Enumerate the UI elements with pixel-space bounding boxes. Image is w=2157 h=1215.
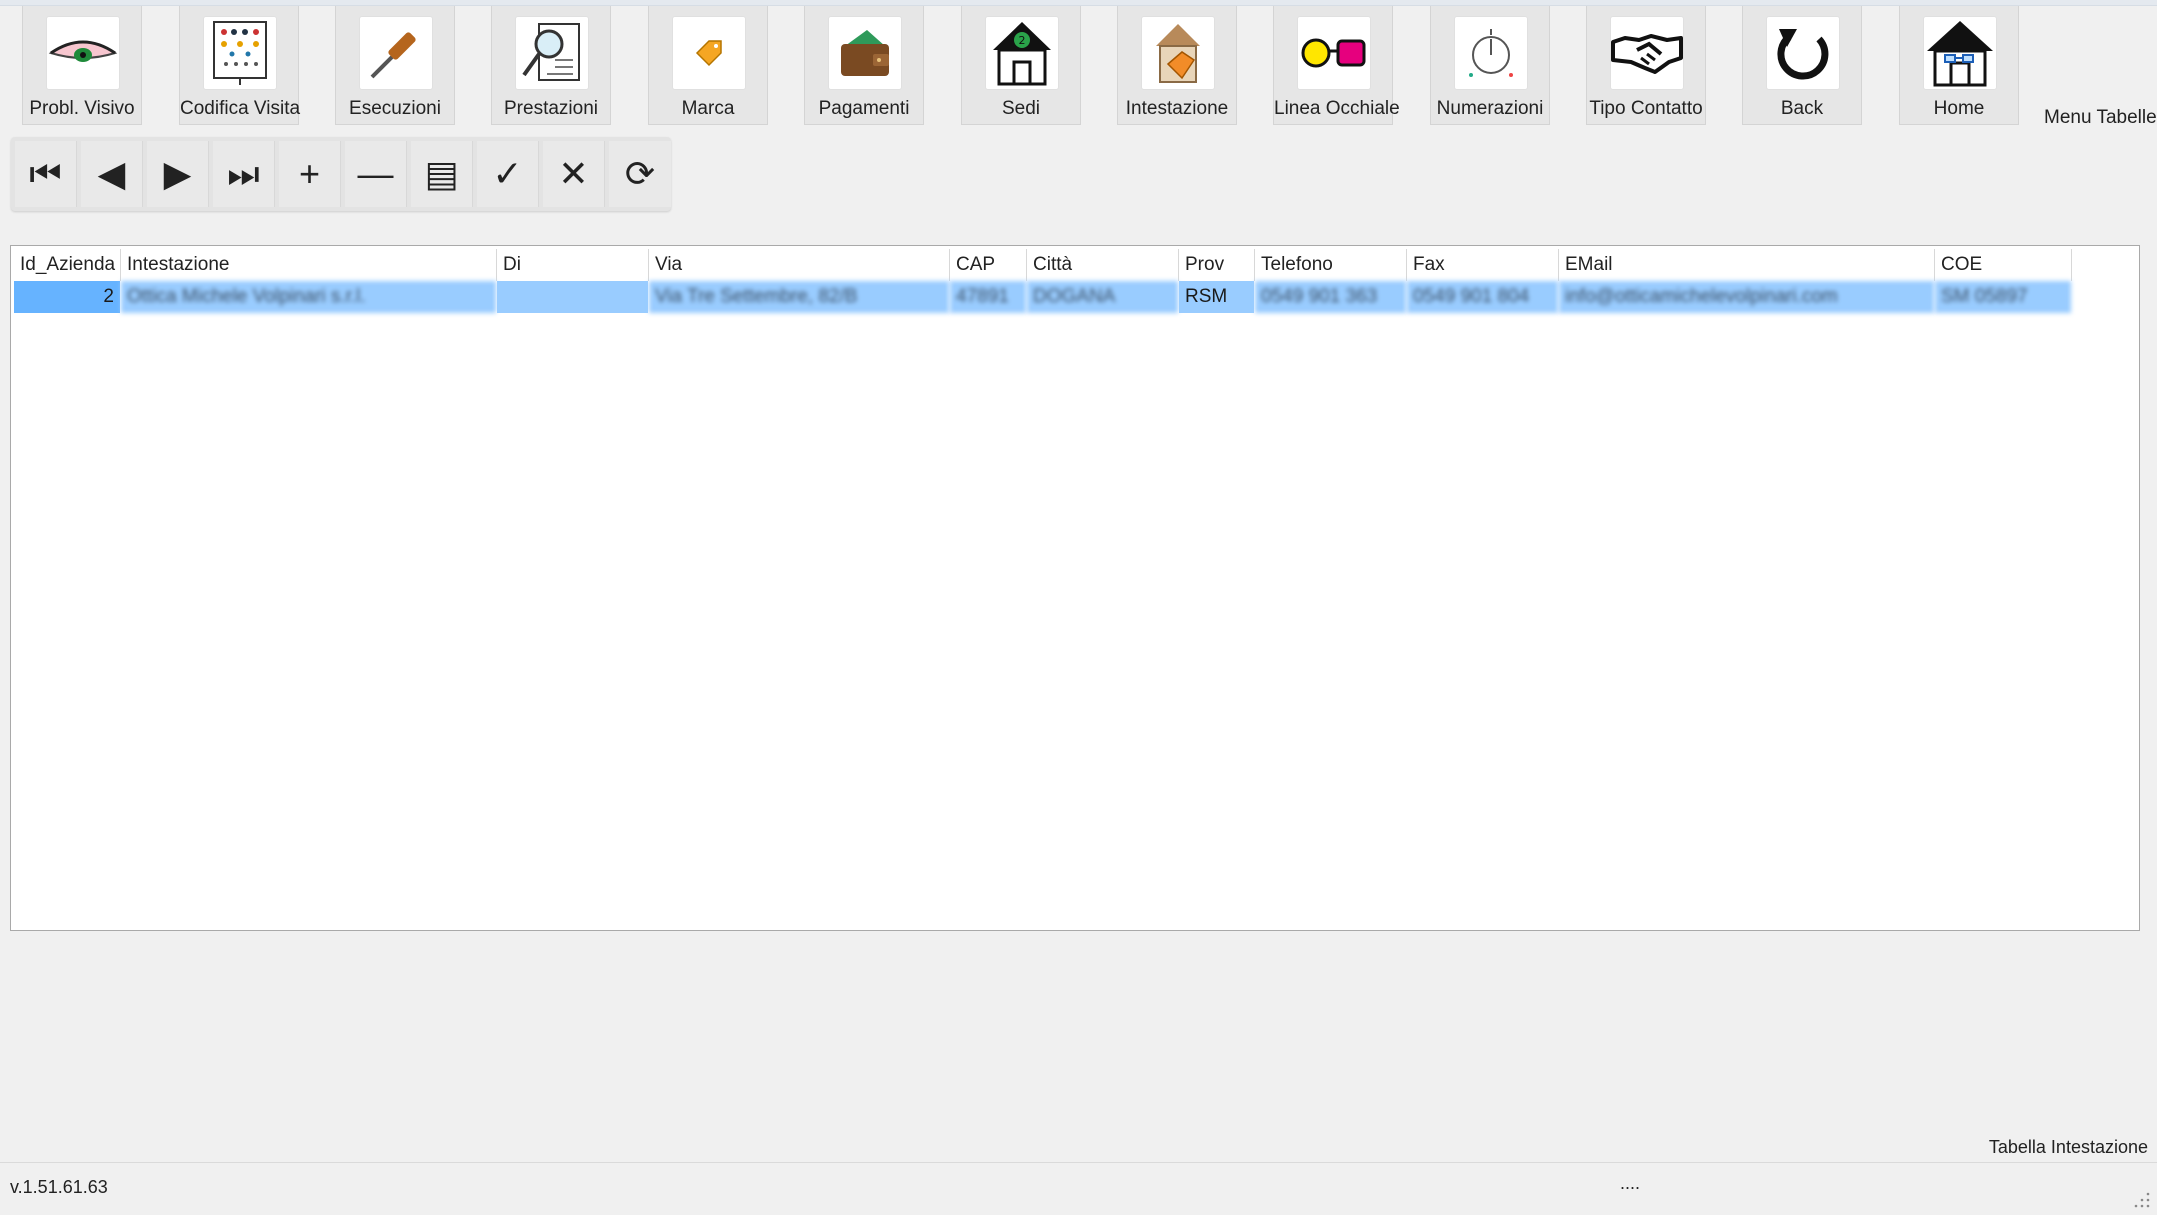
home-icon <box>1923 16 1997 90</box>
first-record-icon: ⏮ <box>29 152 62 194</box>
tile-sedi[interactable]: 2 Sedi <box>961 6 1081 125</box>
cell-cap[interactable]: 47891 <box>950 281 1027 313</box>
minus-icon: — <box>357 153 394 194</box>
status-bar: v.1.51.61.63 .... <box>0 1162 2157 1215</box>
cell-intestazione[interactable]: Ottica Michele Volpinari s.r.l. <box>121 281 497 313</box>
tile-prestazioni[interactable]: Prestazioni <box>491 6 611 125</box>
col-header-coe[interactable]: COE <box>1935 249 2072 281</box>
col-header-citta[interactable]: Città <box>1027 249 1179 281</box>
status-text: .... <box>1620 1173 1641 1193</box>
col-header-prov[interactable]: Prov <box>1179 249 1255 281</box>
cancel-button[interactable]: ✕ <box>543 141 605 207</box>
first-record-button[interactable]: ⏮ <box>15 141 77 207</box>
last-record-button[interactable]: ⏭ <box>213 141 275 207</box>
check-icon: ✓ <box>492 153 523 194</box>
add-record-button[interactable]: + <box>279 141 341 207</box>
table-name-label: Tabella Intestazione <box>1988 1137 2148 1157</box>
tile-label: Sedi <box>1001 98 1041 119</box>
tile-codifica-visita[interactable]: Codifica Visita <box>179 6 301 125</box>
tile-intestazione[interactable]: Intestazione <box>1117 6 1237 125</box>
next-record-icon: ▶ <box>163 153 192 194</box>
refresh-button[interactable]: ⟳ <box>609 141 671 207</box>
tile-linea-occhiale[interactable]: Linea Occhiale <box>1273 6 1400 125</box>
delete-record-button[interactable]: — <box>345 141 407 207</box>
edit-record-button[interactable]: ▤ <box>411 141 473 207</box>
cell-fax[interactable]: 0549 901 804 <box>1407 281 1559 313</box>
tile-back[interactable]: Back <box>1742 6 1862 125</box>
back-arrow-icon <box>1766 16 1840 90</box>
tile-label: Intestazione <box>1125 98 1229 119</box>
cell-email[interactable]: info@otticamichelevolpinari.com <box>1559 281 1935 313</box>
header-tag-icon <box>1141 16 1215 90</box>
tile-numerazioni[interactable]: Numerazioni <box>1430 6 1550 125</box>
version-label: v.1.51.61.63 <box>10 1177 108 1197</box>
tile-label: Linea Occhiale <box>1274 98 1400 119</box>
tile-tipo-contatto[interactable]: Tipo Contatto <box>1586 6 1706 125</box>
col-header-email[interactable]: EMail <box>1559 249 1935 281</box>
tile-label: Tipo Contatto <box>1589 98 1703 119</box>
refresh-icon: ⟳ <box>624 153 656 194</box>
tile-pagamenti[interactable]: Pagamenti <box>804 6 924 125</box>
edit-icon: ▤ <box>424 153 459 194</box>
magnifier-document-icon <box>515 16 589 90</box>
tile-home[interactable]: Home <box>1899 6 2019 125</box>
handshake-icon <box>1610 16 1684 90</box>
table-menu-ribbon: Probl. Visivo Codifica Visita Esecuzioni <box>22 6 2157 128</box>
tile-probl-visivo[interactable]: Probl. Visivo <box>22 6 142 125</box>
cell-prov[interactable]: RSM <box>1179 281 1255 313</box>
next-record-button[interactable]: ▶ <box>147 141 209 207</box>
cell-citta[interactable]: DOGANA <box>1027 281 1179 313</box>
tile-esecuzioni[interactable]: Esecuzioni <box>335 6 455 125</box>
cancel-icon: ✕ <box>558 153 589 194</box>
branch-house-icon: 2 <box>985 16 1059 90</box>
last-record-icon: ⏭ <box>227 152 260 194</box>
grid-header: Id_Azienda Intestazione Di Via CAP Città… <box>14 249 2139 281</box>
tile-label: Codifica Visita <box>180 98 301 119</box>
tile-label: Home <box>1933 98 1985 119</box>
previous-record-button[interactable]: ◀ <box>81 141 143 207</box>
confirm-button[interactable]: ✓ <box>477 141 539 207</box>
cell-via[interactable]: Via Tre Settembre, 82/B <box>649 281 950 313</box>
col-header-via[interactable]: Via <box>649 249 950 281</box>
resize-grip-icon[interactable] <box>2133 1191 2151 1209</box>
svg-text:2: 2 <box>1019 34 1026 47</box>
tile-label: Probl. Visivo <box>29 98 135 119</box>
tile-label: Esecuzioni <box>349 98 441 119</box>
screwdriver-icon <box>359 16 433 90</box>
previous-record-icon: ◀ <box>97 153 126 194</box>
tile-label: Prestazioni <box>504 98 598 119</box>
brand-tag-icon <box>672 16 746 90</box>
col-header-fax[interactable]: Fax <box>1407 249 1559 281</box>
wallet-icon <box>828 16 902 90</box>
menu-tabelle-label: Menu Tabelle <box>2044 107 2157 128</box>
col-header-id-azienda[interactable]: Id_Azienda <box>14 249 121 281</box>
record-navigator: ⏮ ◀ ▶ ⏭ + — ▤ ✓ ✕ ⟳ <box>11 137 671 211</box>
col-header-cap[interactable]: CAP <box>950 249 1027 281</box>
col-header-telefono[interactable]: Telefono <box>1255 249 1407 281</box>
tile-label: Marca <box>681 98 735 119</box>
tile-label: Numerazioni <box>1436 98 1544 119</box>
plus-icon: + <box>298 153 321 194</box>
tile-label: Pagamenti <box>818 98 910 119</box>
intestazione-grid[interactable]: Id_Azienda Intestazione Di Via CAP Città… <box>10 245 2140 931</box>
cell-id-azienda[interactable]: 2 <box>14 281 121 313</box>
numbering-icon <box>1454 16 1528 90</box>
tile-marca[interactable]: Marca <box>648 6 768 125</box>
cell-di[interactable] <box>497 281 649 313</box>
cell-coe[interactable]: SM 05897 <box>1935 281 2072 313</box>
col-header-di[interactable]: Di <box>497 249 649 281</box>
eye-icon <box>46 16 120 90</box>
eye-chart-icon <box>203 16 277 90</box>
col-header-intestazione[interactable]: Intestazione <box>121 249 497 281</box>
glasses-line-icon <box>1297 16 1371 90</box>
cell-telefono[interactable]: 0549 901 363 <box>1255 281 1407 313</box>
tile-label: Back <box>1780 98 1824 119</box>
